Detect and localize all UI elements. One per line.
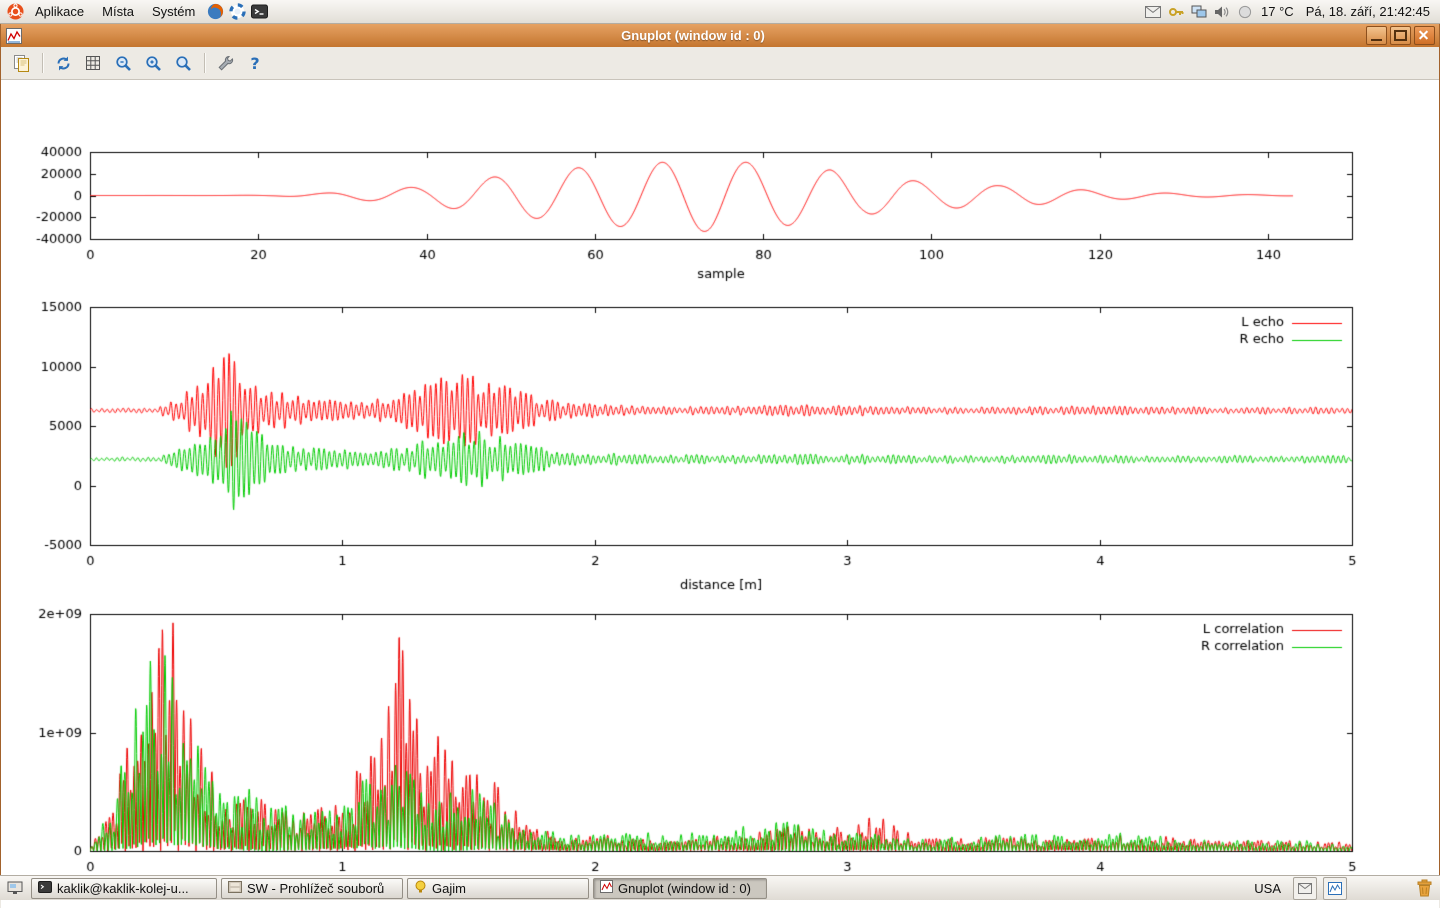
echo-chart[interactable] [1, 296, 1439, 602]
terminal-icon [38, 881, 52, 896]
help-lifebuoy-icon[interactable] [226, 1, 248, 23]
show-desktop-button[interactable] [3, 877, 27, 900]
plot-region [1, 80, 1439, 874]
help-question-glyph: ? [250, 54, 259, 73]
mail-notifier-applet[interactable] [1293, 877, 1317, 900]
chart-applet[interactable] [1323, 877, 1347, 900]
firefox-icon[interactable] [204, 1, 226, 23]
toolbar-separator [204, 53, 206, 73]
close-button[interactable] [1414, 26, 1435, 45]
gnuplot-icon [600, 880, 613, 896]
temperature-applet[interactable]: 17 °C [1255, 4, 1300, 19]
taskbar-window-label: kaklik@kaklik-kolej-u... [57, 881, 189, 896]
gajim-icon [414, 880, 427, 896]
options-wrench-icon[interactable] [211, 49, 239, 77]
panel-right: 17 °C Pá, 18. září, 21:42:45 [1140, 0, 1436, 23]
ubuntu-menu-icon[interactable] [4, 1, 26, 23]
volume-icon[interactable] [1212, 1, 1232, 23]
correlation-chart[interactable] [1, 602, 1439, 908]
gnuplot-toolbar: ? [1, 47, 1439, 80]
mail-icon[interactable] [1143, 1, 1163, 23]
copy-to-clipboard-button[interactable] [7, 49, 35, 77]
toolbar-separator [42, 53, 44, 73]
taskbar-window-file-manager[interactable]: SW - Prohlížeč souborů [221, 878, 403, 899]
zoom-next-icon[interactable] [139, 49, 167, 77]
titlebar[interactable]: Gnuplot (window id : 0) [1, 24, 1439, 47]
taskbar-window-label: Gnuplot (window id : 0) [618, 881, 751, 896]
toggle-grid-button[interactable] [79, 49, 107, 77]
taskbar: kaklik@kaklik-kolej-u... SW - Prohlížeč … [0, 875, 1440, 900]
system-menu[interactable]: Systém [143, 0, 204, 23]
taskbar-window-gnuplot[interactable]: Gnuplot (window id : 0) [593, 878, 767, 899]
gnuplot-window-icon [5, 27, 23, 45]
clock-applet[interactable]: Pá, 18. září, 21:42:45 [1300, 4, 1436, 19]
zoom-previous-icon[interactable] [109, 49, 137, 77]
unzoom-icon[interactable] [169, 49, 197, 77]
window-title: Gnuplot (window id : 0) [23, 28, 1363, 43]
gnome-panel: Aplikace Místa Systém [0, 0, 1440, 24]
gnuplot-window: Gnuplot (window id : 0) [0, 24, 1440, 875]
sample-waveform-chart[interactable] [1, 142, 1439, 294]
terminal-launcher-icon[interactable] [248, 1, 270, 23]
file-manager-icon [228, 881, 242, 896]
minimize-button[interactable] [1366, 26, 1387, 45]
help-button[interactable]: ? [241, 49, 269, 77]
maximize-button[interactable] [1390, 26, 1411, 45]
taskbar-window-label: Gajim [432, 881, 466, 896]
applications-menu[interactable]: Aplikace [26, 0, 93, 23]
taskbar-right: USA [1248, 877, 1437, 900]
network-icon[interactable] [1189, 1, 1209, 23]
trash-icon[interactable] [1411, 877, 1437, 900]
weather-icon[interactable] [1235, 1, 1255, 23]
taskbar-window-terminal[interactable]: kaklik@kaklik-kolej-u... [31, 878, 217, 899]
taskbar-window-label: SW - Prohlížeč souborů [247, 881, 384, 896]
replot-button[interactable] [49, 49, 77, 77]
places-menu[interactable]: Místa [93, 0, 143, 23]
desktop: Aplikace Místa Systém [0, 0, 1440, 900]
keyboard-layout-indicator[interactable]: USA [1248, 881, 1287, 896]
panel-left: Aplikace Místa Systém [4, 0, 270, 23]
keyring-icon[interactable] [1166, 1, 1186, 23]
taskbar-window-gajim[interactable]: Gajim [407, 878, 589, 899]
